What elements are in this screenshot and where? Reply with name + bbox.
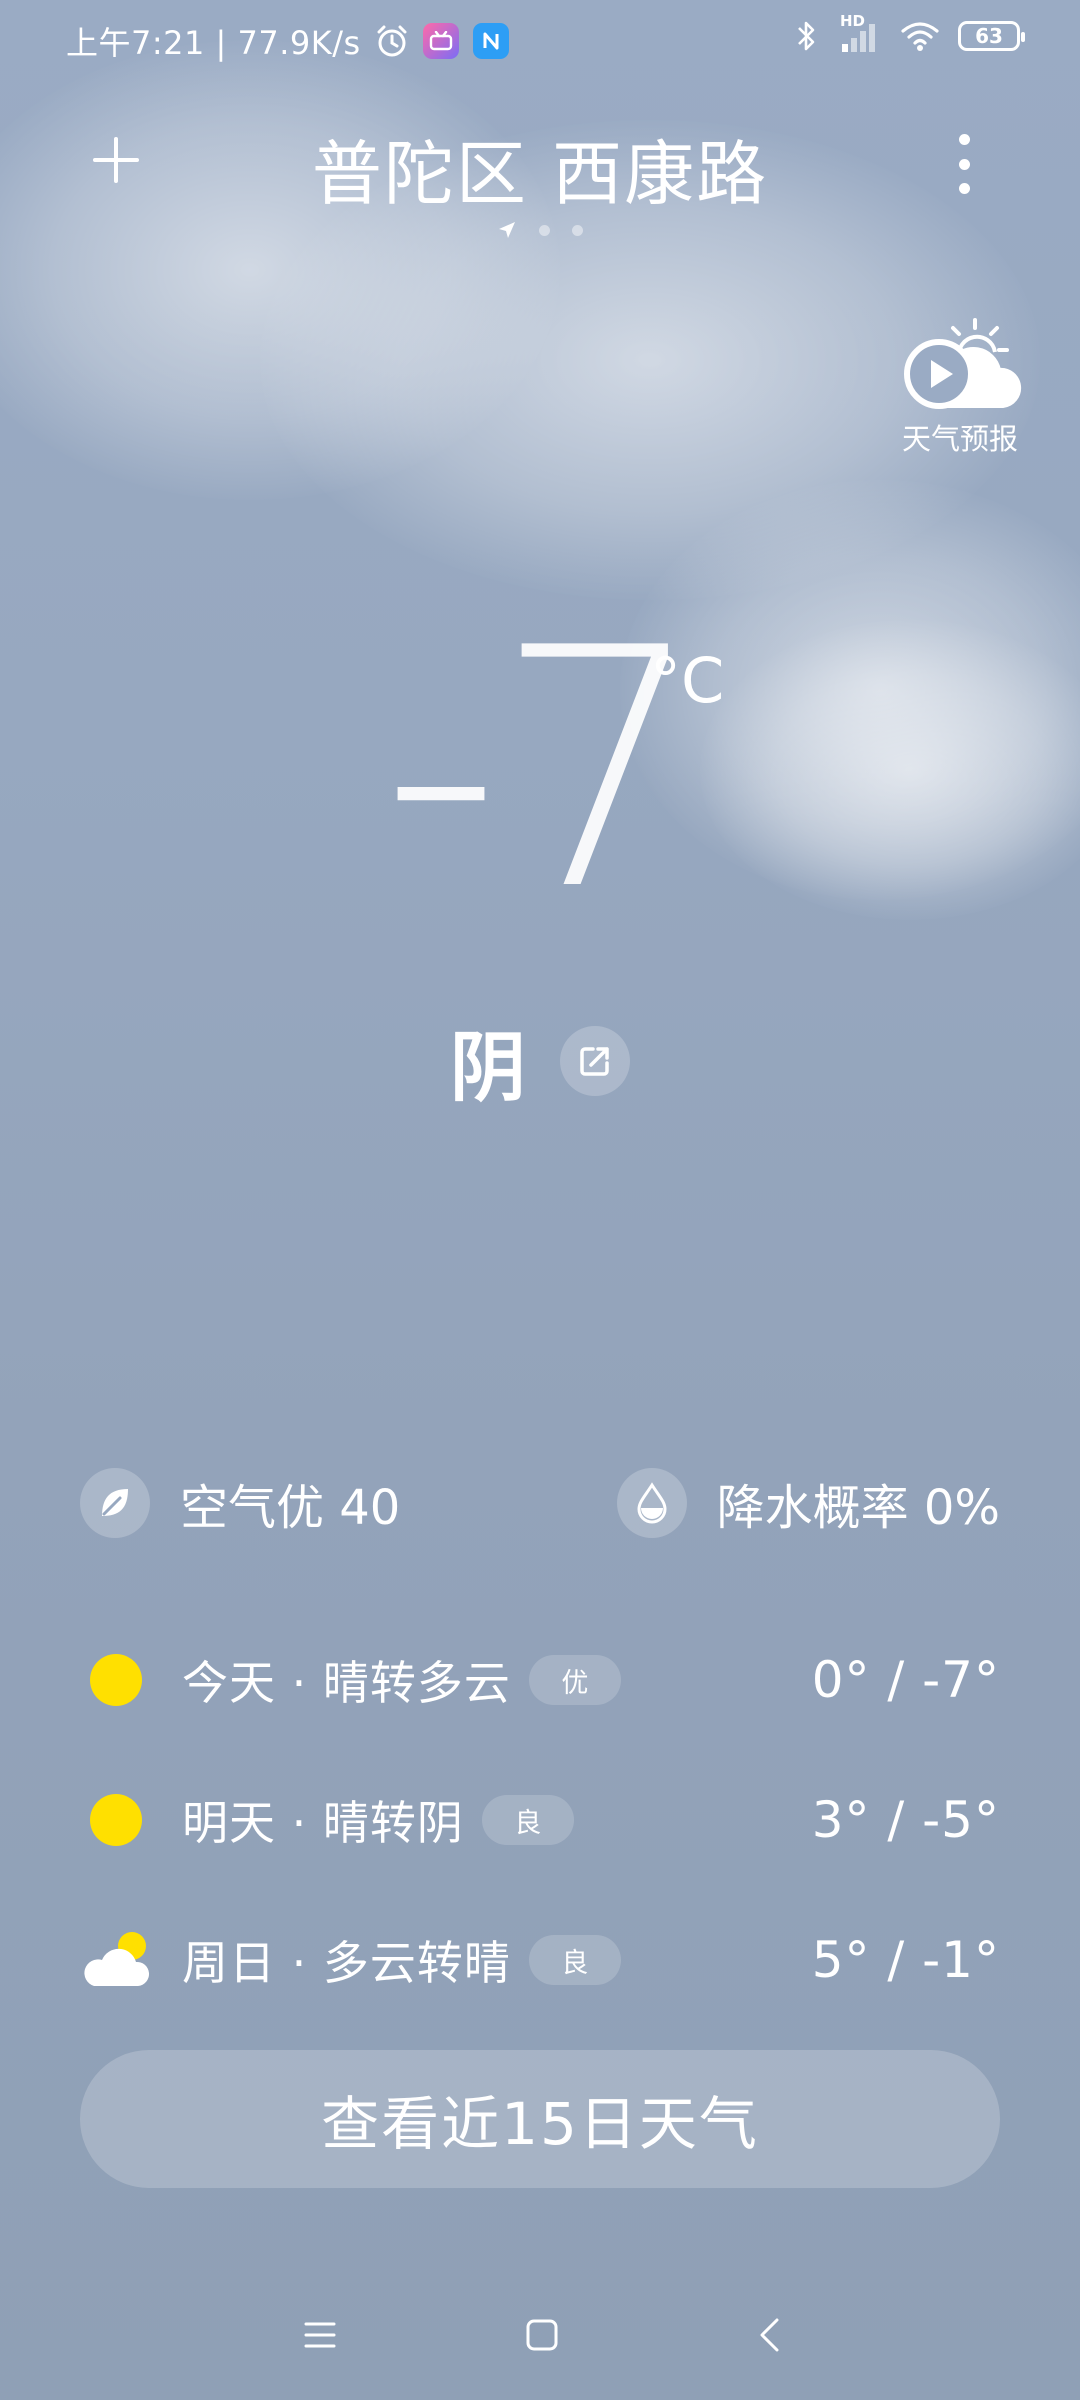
- forecast-day-label: 周日 · 多云转晴: [182, 1936, 511, 1990]
- forecast-row-today[interactable]: 今天 · 晴转多云 优 0° / -7°: [80, 1610, 1000, 1750]
- aqi-badge: 良: [528, 1935, 621, 1985]
- menu-nav-button[interactable]: [285, 2300, 355, 2370]
- home-square-icon: [526, 2319, 558, 2351]
- current-temperature-block: -7 °C: [0, 600, 1080, 940]
- alarm-icon: [377, 25, 407, 57]
- leaf-icon: [80, 1468, 150, 1538]
- sun-icon: [80, 1784, 152, 1856]
- current-condition: 阴: [450, 1023, 526, 1112]
- condition-row: 阴: [0, 1006, 1080, 1116]
- forecast-day-label: 今天 · 晴转多云: [182, 1656, 511, 1710]
- page-dot: [539, 224, 550, 236]
- wifi-icon: [901, 22, 939, 51]
- forecast-row-sunday[interactable]: 周日 · 多云转晴 良 5° / -1°: [80, 1890, 1000, 2030]
- battery-indicator: 63: [958, 21, 1025, 51]
- view-15-day-forecast-button[interactable]: 查看近15日天气: [80, 2050, 1000, 2188]
- aqi-badge: 优: [528, 1655, 621, 1705]
- air-quality-text: 空气优 40: [180, 1480, 401, 1536]
- system-navigation-bar: [0, 2300, 1080, 2370]
- current-temperature: -7: [381, 578, 704, 962]
- water-drop-icon: [616, 1468, 687, 1538]
- partly-cloudy-icon: [80, 1924, 152, 1996]
- temperature-range: 3° / -5°: [811, 1791, 1000, 1849]
- cellular-signal-icon: HD: [838, 12, 882, 54]
- status-bar: 上午7:21 | 77.9K/s HD 63: [0, 0, 1080, 84]
- aqi-badge: 良: [481, 1795, 574, 1845]
- status-time-speed: 上午7:21 | 77.9K/s: [66, 24, 361, 62]
- temperature-unit: °C: [650, 644, 725, 717]
- share-edit-button[interactable]: [560, 1026, 630, 1096]
- bluetooth-icon: [798, 21, 815, 51]
- location-arrow-icon: [499, 222, 515, 238]
- battery-level: 63: [975, 24, 1003, 48]
- air-quality-stat[interactable]: 空气优 40: [80, 1468, 400, 1538]
- temperature-range: 5° / -1°: [811, 1931, 1000, 1989]
- home-nav-button[interactable]: [507, 2300, 577, 2370]
- forecast-video-label: 天气预报: [901, 422, 1018, 456]
- precipitation-stat[interactable]: 降水概率 0%: [616, 1468, 1000, 1538]
- temperature-range: 0° / -7°: [811, 1651, 1000, 1709]
- forecast-day-label: 明天 · 晴转阴: [182, 1796, 464, 1850]
- play-cloud-sun-icon: [904, 318, 1022, 409]
- weather-forecast-video-button[interactable]: 天气预报: [890, 318, 1030, 458]
- stats-row: 空气优 40 降水概率 0%: [80, 1468, 1000, 1542]
- forecast-list: 今天 · 晴转多云 优 0° / -7° 明天 · 晴转阴 良 3° / -5°…: [80, 1610, 1000, 2030]
- background-cloud: [0, 40, 560, 500]
- status-right: HD 63: [794, 12, 1025, 54]
- bilibili-app-icon: [422, 23, 459, 59]
- notification-n-icon: [472, 23, 509, 59]
- back-chevron-icon: [760, 2318, 779, 2352]
- more-options-button[interactable]: [950, 134, 978, 194]
- forecast-row-tomorrow[interactable]: 明天 · 晴转阴 良 3° / -5°: [80, 1750, 1000, 1890]
- edit-share-icon: [580, 1047, 609, 1076]
- page-dot: [572, 224, 583, 236]
- menu-icon: [304, 2322, 336, 2348]
- back-nav-button[interactable]: [735, 2300, 805, 2370]
- sun-icon: [80, 1644, 152, 1716]
- precipitation-text: 降水概率 0%: [716, 1480, 1000, 1536]
- location-title[interactable]: 普陀区 西康路: [0, 118, 1080, 219]
- city-page-indicator: [0, 220, 1080, 240]
- more-dot: [958, 158, 970, 170]
- more-vertical-icon: [958, 134, 970, 145]
- status-left: 上午7:21 | 77.9K/s: [66, 18, 509, 64]
- weather-screen: 上午7:21 | 77.9K/s HD 63 普陀区 西康路 天气预报 -7 °…: [0, 0, 1080, 2400]
- more-dot: [958, 183, 970, 194]
